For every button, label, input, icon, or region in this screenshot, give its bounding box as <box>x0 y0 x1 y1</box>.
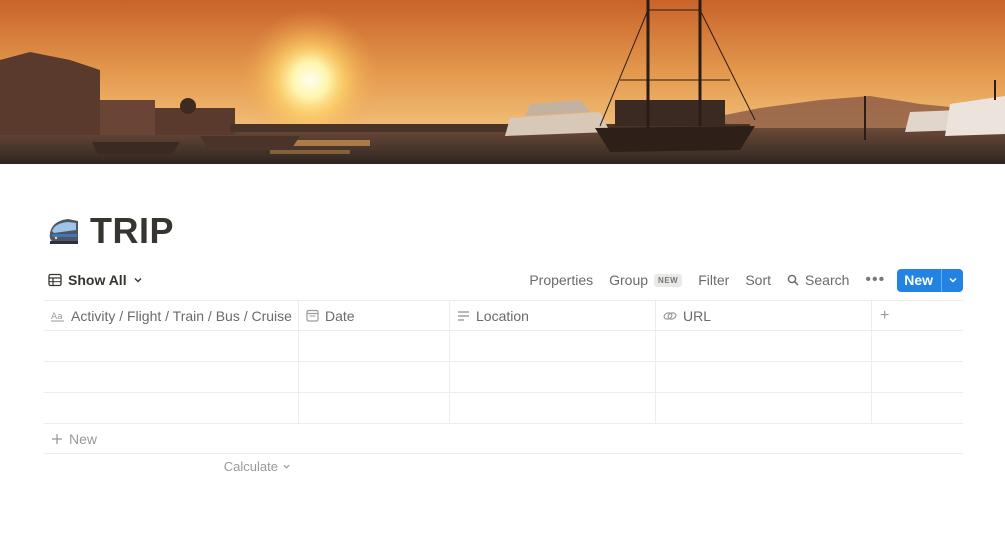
add-column-button[interactable]: + <box>872 301 963 330</box>
column-label: Location <box>476 307 529 324</box>
chevron-down-icon <box>283 464 290 469</box>
more-options-icon[interactable]: ••• <box>857 271 893 289</box>
view-tab-show-all[interactable]: Show All <box>44 270 147 290</box>
table-cell[interactable] <box>656 331 872 361</box>
calculate-button[interactable]: Calculate <box>44 456 299 476</box>
harbor-sunset-cover <box>0 0 1005 164</box>
new-badge: NEW <box>654 273 683 287</box>
table-cell[interactable] <box>44 393 299 423</box>
table-row[interactable] <box>44 331 963 362</box>
search-icon <box>787 274 799 286</box>
database-table: Aa Activity / Flight / Train / Bus / Cru… <box>44 300 963 454</box>
table-icon <box>48 273 62 287</box>
plus-icon <box>52 433 62 444</box>
column-label: Date <box>325 307 355 324</box>
table-cell[interactable] <box>450 362 656 392</box>
page-cover[interactable] <box>0 0 1005 164</box>
search-label: Search <box>805 272 850 288</box>
table-cell-empty <box>872 362 963 392</box>
page-header: TRIP <box>46 210 174 252</box>
group-label: Group <box>609 272 649 288</box>
group-button[interactable]: Group NEW <box>601 268 690 292</box>
table-cell[interactable] <box>44 331 299 361</box>
add-row-button[interactable]: New <box>44 424 963 454</box>
database-toolbar: Show All Properties Group NEW Filter Sor… <box>44 266 963 294</box>
table-cell[interactable] <box>656 393 872 423</box>
table-cell-empty <box>872 393 963 423</box>
column-label: Activity / Flight / Train / Bus / Cruise <box>71 307 292 324</box>
column-header-activity[interactable]: Aa Activity / Flight / Train / Bus / Cru… <box>44 301 299 330</box>
chevron-down-icon <box>948 277 957 283</box>
sort-button[interactable]: Sort <box>737 268 779 292</box>
properties-button[interactable]: Properties <box>521 268 601 292</box>
table-cell[interactable] <box>656 362 872 392</box>
column-header-date[interactable]: Date <box>299 301 450 330</box>
toolbar-actions: Properties Group NEW Filter Sort Search … <box>521 268 963 292</box>
table-cell[interactable] <box>44 362 299 392</box>
train-icon[interactable] <box>46 213 82 249</box>
column-label: URL <box>683 307 712 324</box>
add-row-label: New <box>69 430 98 447</box>
table-header: Aa Activity / Flight / Train / Bus / Cru… <box>44 300 963 331</box>
text-lines-icon <box>458 310 469 321</box>
table-cell[interactable] <box>299 331 450 361</box>
view-label: Show All <box>68 272 127 288</box>
page-title[interactable]: TRIP <box>90 210 174 252</box>
filter-button[interactable]: Filter <box>690 268 737 292</box>
table-cell[interactable] <box>450 331 656 361</box>
calculate-label: Calculate <box>223 458 278 474</box>
table-cell-empty <box>872 331 963 361</box>
table-cell[interactable] <box>450 393 656 423</box>
new-record-button[interactable]: New <box>897 269 941 292</box>
calendar-icon <box>306 309 319 322</box>
column-header-location[interactable]: Location <box>450 301 656 330</box>
table-cell[interactable] <box>299 362 450 392</box>
table-row[interactable] <box>44 393 963 424</box>
new-record-button-group: New <box>897 268 963 292</box>
new-template-dropdown[interactable] <box>941 268 963 292</box>
search-button[interactable]: Search <box>779 268 857 292</box>
table-row[interactable] <box>44 362 963 393</box>
chevron-down-icon <box>134 278 142 283</box>
link-icon <box>663 311 677 320</box>
column-header-url[interactable]: URL <box>656 301 872 330</box>
text-property-icon: Aa <box>51 312 64 322</box>
table-cell[interactable] <box>299 393 450 423</box>
